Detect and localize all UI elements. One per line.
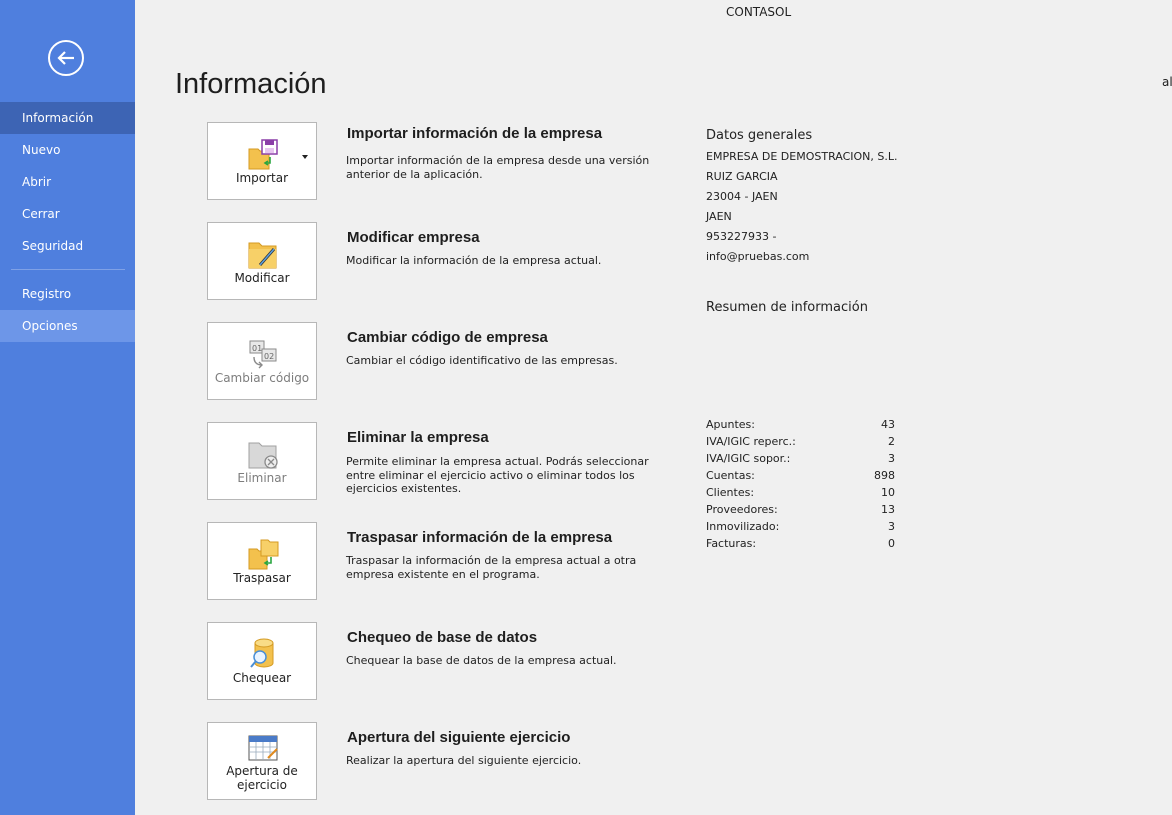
folder-delete-icon: [248, 442, 278, 469]
summary-heading: Resumen de información: [706, 300, 868, 315]
stat-label: Facturas:: [706, 537, 757, 550]
folder-edit-icon: [248, 242, 277, 269]
import-button[interactable]: Importar: [207, 122, 317, 200]
sidebar: Información Nuevo Abrir Cerrar Seguridad…: [0, 0, 135, 815]
transfer-icon: [248, 539, 279, 570]
import-button-label: Importar: [235, 171, 289, 185]
action-title-delete: Eliminar la empresa: [347, 429, 489, 446]
stat-label: Cuentas:: [706, 469, 755, 482]
general-data-heading: Datos generales: [706, 128, 813, 143]
delete-button-label: Eliminar: [237, 471, 287, 485]
company-name: EMPRESA DE DEMOSTRACION, S.L.: [706, 150, 898, 163]
calendar-icon: [248, 735, 278, 761]
change-code-button[interactable]: 01 02 Cambiar código: [207, 322, 317, 400]
sidebar-item-nuevo[interactable]: Nuevo: [0, 134, 135, 166]
stat-value: 10: [881, 486, 895, 499]
stat-value: 0: [888, 537, 895, 550]
stat-label: Clientes:: [706, 486, 755, 499]
modify-button-label: Modificar: [234, 271, 290, 285]
transfer-button-label: Traspasar: [233, 571, 291, 585]
stat-label: IVA/IGIC sopor.:: [706, 452, 791, 465]
sidebar-item-cerrar[interactable]: Cerrar: [0, 198, 135, 230]
svg-text:02: 02: [264, 352, 274, 361]
page-title: Información: [175, 68, 327, 100]
arrow-left-circle-icon: [57, 51, 74, 65]
company-province: JAEN: [706, 210, 732, 223]
action-title-modify: Modificar empresa: [347, 229, 480, 246]
stat-label: Apuntes:: [706, 418, 755, 431]
action-title-open-fiscal-year: Apertura del siguiente ejercicio: [347, 729, 571, 746]
sidebar-item-registro[interactable]: Registro: [0, 278, 135, 310]
stat-label: IVA/IGIC reperc.:: [706, 435, 796, 448]
action-title-check: Chequeo de base de datos: [347, 629, 538, 646]
back-button[interactable]: [48, 40, 84, 76]
delete-button[interactable]: Eliminar: [207, 422, 317, 500]
action-desc-delete: Permite eliminar la empresa actual. Podr…: [346, 455, 649, 495]
action-title-change-code: Cambiar código de empresa: [347, 329, 548, 346]
sidebar-item-opciones[interactable]: Opciones: [0, 310, 135, 342]
stat-value: 898: [874, 469, 895, 482]
stat-value: 43: [881, 418, 895, 431]
sidebar-item-abrir[interactable]: Abrir: [0, 166, 135, 198]
stat-value: 3: [888, 452, 895, 465]
action-desc-open-fiscal-year: Realizar la apertura del siguiente ejerc…: [346, 754, 582, 767]
chevron-down-icon[interactable]: [302, 155, 308, 159]
action-desc-check: Chequear la base de datos de la empresa …: [346, 654, 617, 667]
action-title-import: Importar información de la empresa: [347, 125, 603, 142]
company-contact: RUIZ GARCIA: [706, 170, 778, 183]
database-check-icon: [250, 638, 274, 668]
stat-label: Proveedores:: [706, 503, 778, 516]
action-desc-transfer: Traspasar la información de la empresa a…: [346, 554, 637, 581]
company-email[interactable]: info@pruebas.com: [706, 250, 809, 263]
company-postal-city: 23004 - JAEN: [706, 190, 778, 203]
open-fiscal-year-label-line1: Apertura de: [226, 764, 298, 778]
sidebar-item-informacion[interactable]: Información: [0, 102, 135, 134]
modify-button[interactable]: Modificar: [207, 222, 317, 300]
stat-value: 13: [881, 503, 895, 516]
change-code-button-label: Cambiar código: [214, 371, 310, 385]
open-fiscal-year-label-line2: ejercicio: [237, 778, 287, 792]
transfer-button[interactable]: Traspasar: [207, 522, 317, 600]
action-desc-import: Importar información de la empresa desde…: [346, 154, 650, 181]
check-button[interactable]: Chequear: [207, 622, 317, 700]
stat-label: Inmovilizado:: [706, 520, 780, 533]
action-title-transfer: Traspasar información de la empresa: [347, 529, 613, 546]
edge-text: al: [1162, 75, 1172, 89]
app-title: CONTASOL: [726, 5, 792, 19]
action-desc-modify: Modificar la información de la empresa a…: [346, 254, 602, 267]
stat-value: 2: [888, 435, 895, 448]
import-icon: [248, 139, 278, 170]
open-fiscal-year-label: Apertura de ejercicio: [208, 764, 316, 792]
stat-value: 3: [888, 520, 895, 533]
svg-text:01: 01: [252, 344, 262, 353]
action-desc-change-code: Cambiar el código identificativo de las …: [346, 354, 618, 367]
sidebar-divider: [11, 269, 125, 270]
open-fiscal-year-button[interactable]: Apertura de ejercicio: [207, 722, 317, 800]
sidebar-item-seguridad[interactable]: Seguridad: [0, 230, 135, 262]
check-button-label: Chequear: [232, 671, 292, 685]
change-code-icon: 01 02: [249, 340, 277, 369]
company-phone: 953227933 -: [706, 230, 777, 243]
